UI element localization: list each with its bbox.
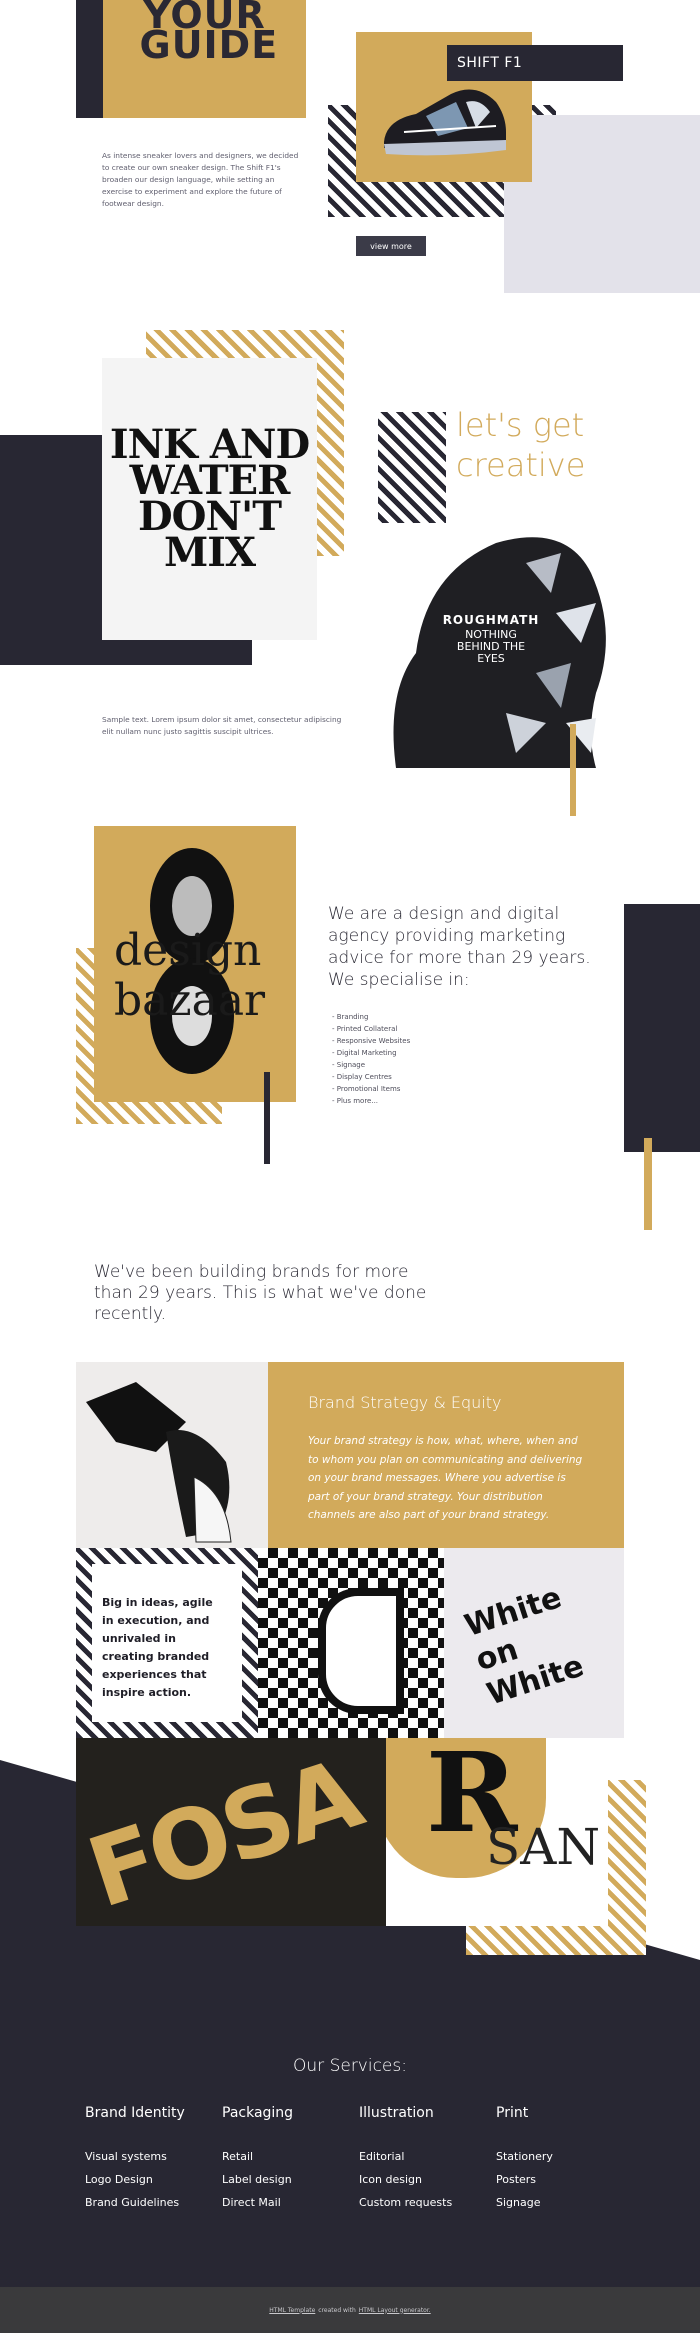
- checker-tile[interactable]: [258, 1548, 444, 1738]
- hero-gray-block: [504, 115, 700, 293]
- list-item: - Responsive Websites: [332, 1037, 411, 1045]
- ink-poster-title: INK AND WATER DON'T MIX: [109, 421, 310, 576]
- list-item: - Signage: [332, 1061, 366, 1069]
- service-heading: Packaging: [222, 2105, 294, 2121]
- roughmath-poster: ROUGHMATH NOTHING BEHIND THE EYES: [356, 523, 623, 768]
- checker-letter: [318, 1588, 404, 1714]
- bazaar-poster: design bazaar: [94, 826, 296, 1102]
- fosa-text: FOSA: [76, 1738, 372, 1926]
- hero-logo-card: YOUR GUIDE: [103, 0, 306, 118]
- service-link[interactable]: Posters: [496, 2168, 626, 2191]
- service-heading: Print: [496, 2105, 529, 2121]
- list-item: - Printed Collateral: [332, 1025, 398, 1033]
- hero-intro-text: As intense sneaker lovers and designers,…: [102, 151, 299, 208]
- service-link[interactable]: Retail: [222, 2145, 352, 2168]
- service-link[interactable]: Stationery: [496, 2145, 626, 2168]
- agency-dark-block: [624, 904, 700, 1152]
- agile-card: Big in ideas, agile in execution, and un…: [92, 1564, 242, 1722]
- service-link[interactable]: Label design: [222, 2168, 352, 2191]
- services-list: - Branding - Printed Collateral - Respon…: [332, 1011, 532, 1107]
- service-column-illustration: Illustration Editorial Icon design Custo…: [359, 2105, 489, 2214]
- service-link[interactable]: Logo Design: [85, 2168, 215, 2191]
- dancer-illustration: [86, 1382, 232, 1543]
- list-item: - Promotional Items: [332, 1085, 401, 1093]
- brands-headline: We've been building brands for more than…: [94, 1262, 427, 1324]
- shoe-label-bar: SHIFT F1: [447, 45, 623, 81]
- view-more-button[interactable]: view more: [356, 236, 426, 256]
- gold-accent-bar: [570, 724, 576, 816]
- strategy-text: Your brand strategy is how, what, where,…: [308, 1435, 583, 1521]
- agency-headline: We are a design and digital agency provi…: [328, 904, 591, 990]
- strategy-tile: Brand Strategy & Equity Your brand strat…: [268, 1362, 624, 1548]
- service-heading: Brand Identity: [85, 2105, 185, 2121]
- footer-link-generator[interactable]: HTML Layout generator.: [359, 2307, 431, 2314]
- white-on-white-tile[interactable]: White on White: [444, 1548, 624, 1738]
- service-link[interactable]: Editorial: [359, 2145, 489, 2168]
- strategy-title: Brand Strategy & Equity: [308, 1393, 502, 1412]
- roughmath-subtitle: NOTHING BEHIND THE EYES: [456, 628, 526, 665]
- dancer-tile[interactable]: [76, 1362, 268, 1548]
- services-title: Our Services:: [293, 2056, 407, 2076]
- footer-text: created with: [318, 2306, 356, 2314]
- service-column-brand-identity: Brand Identity Visual systems Logo Desig…: [85, 2105, 215, 2214]
- service-column-print: Print Stationery Posters Signage: [496, 2105, 626, 2214]
- agile-tile[interactable]: Big in ideas, agile in execution, and un…: [76, 1548, 258, 1738]
- bazaar-bar: [264, 1072, 270, 1164]
- list-item: - Display Centres: [332, 1073, 392, 1081]
- agile-text: Big in ideas, agile in execution, and un…: [102, 1596, 213, 1699]
- service-link[interactable]: Custom requests: [359, 2191, 489, 2214]
- service-link[interactable]: Icon design: [359, 2168, 489, 2191]
- white-on-white-text: White on White: [460, 1580, 589, 1713]
- poster-sample-text: Sample text. Lorem ipsum dolor sit amet,…: [102, 715, 342, 736]
- ink-poster: INK AND WATER DON'T MIX: [102, 358, 317, 640]
- footer: HTML Template created with HTML Layout g…: [0, 2287, 700, 2333]
- service-column-packaging: Packaging Retail Label design Direct Mai…: [222, 2105, 352, 2214]
- service-heading: Illustration: [359, 2105, 434, 2121]
- list-item: - Plus more...: [332, 1097, 379, 1105]
- agency-gold-bar: [644, 1138, 652, 1230]
- service-link[interactable]: Brand Guidelines: [85, 2191, 215, 2214]
- list-item: - Branding: [332, 1013, 369, 1021]
- list-item: - Digital Marketing: [332, 1049, 397, 1057]
- service-link[interactable]: Signage: [496, 2191, 626, 2214]
- shoe-label: SHIFT F1: [457, 55, 523, 71]
- service-link[interactable]: Direct Mail: [222, 2191, 352, 2214]
- roughmath-title: ROUGHMATH: [442, 613, 540, 627]
- fosa-tile[interactable]: FOSA: [76, 1738, 386, 1926]
- type-letters: SAN: [486, 1818, 601, 1876]
- hero-logo: YOUR GUIDE: [139, 0, 279, 67]
- creative-headline: let's get creative: [456, 406, 586, 484]
- bazaar-text: design bazaar: [114, 925, 266, 1026]
- type-tile[interactable]: R SAN: [386, 1738, 608, 1926]
- footer-link-template[interactable]: HTML Template: [269, 2307, 315, 2314]
- service-link[interactable]: Visual systems: [85, 2145, 215, 2168]
